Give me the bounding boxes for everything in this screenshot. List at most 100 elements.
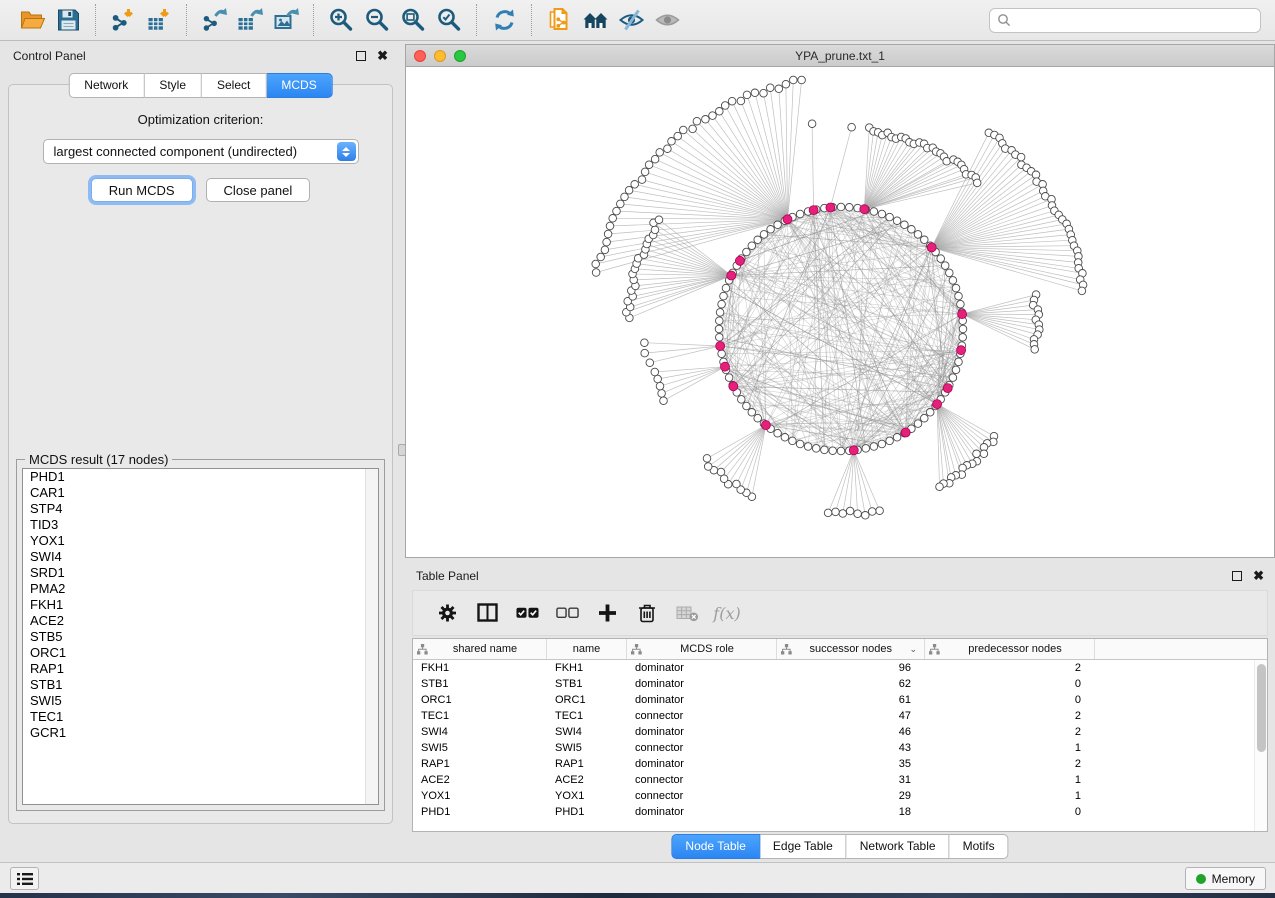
column-header-name[interactable]: name <box>547 639 627 659</box>
mcds-result-list[interactable]: PHD1CAR1STP4TID3YOX1SWI4SRD1PMA2FKH1ACE2… <box>22 468 379 805</box>
cell-predecessor-nodes: 1 <box>925 788 1095 804</box>
close-panel-button[interactable]: Close panel <box>206 178 311 202</box>
open-button[interactable] <box>14 3 50 37</box>
table-row[interactable]: STB1STB1dominator620 <box>413 676 1267 692</box>
table-row[interactable]: ORC1ORC1dominator610 <box>413 692 1267 708</box>
table-row[interactable]: PHD1PHD1dominator180 <box>413 804 1267 820</box>
tab-motifs[interactable]: Motifs <box>950 834 1009 859</box>
cell-successor-nodes: 61 <box>777 692 925 708</box>
table-row[interactable]: FKH1FKH1dominator962 <box>413 660 1267 676</box>
window-minimize-icon[interactable] <box>434 50 446 62</box>
table-row[interactable]: YOX1YOX1connector291 <box>413 788 1267 804</box>
network-dominator-nodes[interactable] <box>716 203 967 455</box>
tab-select[interactable]: Select <box>202 73 266 98</box>
mcds-result-item[interactable]: SWI4 <box>23 549 378 565</box>
mcds-result-item[interactable]: PHD1 <box>23 469 378 485</box>
control-panel-header: Control Panel ✖ <box>2 44 399 68</box>
optimization-criterion-value: largest connected component (undirected) <box>54 144 298 159</box>
mcds-result-item[interactable]: TEC1 <box>23 709 378 725</box>
export-network-button[interactable] <box>196 3 232 37</box>
network-window-titlebar[interactable]: YPA_prune.txt_1 <box>406 45 1274 67</box>
cell-name: SWI5 <box>547 740 627 756</box>
mcds-result-item[interactable]: ACE2 <box>23 613 378 629</box>
mcds-result-title: MCDS result (17 nodes) <box>25 452 172 467</box>
mcds-result-item[interactable]: PMA2 <box>23 581 378 597</box>
tab-edge-table[interactable]: Edge Table <box>760 834 847 859</box>
mcds-result-item[interactable]: SRD1 <box>23 565 378 581</box>
add-button[interactable] <box>587 595 627 631</box>
mcds-result-item[interactable]: STB5 <box>23 629 378 645</box>
tab-node-table[interactable]: Node Table <box>671 834 760 859</box>
memory-button[interactable]: Memory <box>1185 867 1266 890</box>
column-type-icon <box>781 644 792 655</box>
settings-button[interactable] <box>427 595 467 631</box>
close-table-panel-icon[interactable]: ✖ <box>1253 571 1264 581</box>
task-history-button[interactable] <box>10 867 39 890</box>
column-header-predecessor-nodes[interactable]: predecessor nodes <box>925 639 1095 659</box>
mcds-result-item[interactable]: STP4 <box>23 501 378 517</box>
save-button[interactable] <box>50 3 86 37</box>
mcds-result-item[interactable]: FKH1 <box>23 597 378 613</box>
import-table-icon <box>146 7 173 33</box>
eye-disabled-icon <box>654 7 681 33</box>
mcds-list-scrollbar[interactable] <box>365 469 378 804</box>
window-zoom-icon[interactable] <box>454 50 466 62</box>
hide-panels-button[interactable] <box>613 3 649 37</box>
optimization-criterion-select[interactable]: largest connected component (undirected) <box>43 139 359 164</box>
export-table-button[interactable] <box>232 3 268 37</box>
zoom-in-button[interactable] <box>323 3 359 37</box>
refresh-button[interactable] <box>486 3 522 37</box>
cell-name: SWI4 <box>547 724 627 740</box>
float-panel-icon[interactable] <box>356 51 366 61</box>
export-image-button[interactable] <box>268 3 304 37</box>
deselect-all-button[interactable] <box>547 595 587 631</box>
import-table-button[interactable] <box>141 3 177 37</box>
mcds-result-item[interactable]: SWI5 <box>23 693 378 709</box>
columns-button[interactable] <box>467 595 507 631</box>
table-row[interactable]: RAP1RAP1dominator352 <box>413 756 1267 772</box>
mcds-result-item[interactable]: ORC1 <box>23 645 378 661</box>
cell-predecessor-nodes: 0 <box>925 676 1095 692</box>
mcds-result-item[interactable]: RAP1 <box>23 661 378 677</box>
toolbar-separator <box>186 4 187 36</box>
table-scrollbar-thumb[interactable] <box>1257 664 1266 752</box>
mcds-result-item[interactable]: YOX1 <box>23 533 378 549</box>
zoom-selected-button[interactable] <box>431 3 467 37</box>
mcds-result-item[interactable]: TID3 <box>23 517 378 533</box>
table-row[interactable]: ACE2ACE2connector311 <box>413 772 1267 788</box>
cell-predecessor-nodes: 2 <box>925 756 1095 772</box>
import-network-button[interactable] <box>105 3 141 37</box>
zoom-fit-button[interactable] <box>395 3 431 37</box>
search-input[interactable] <box>1016 12 1253 28</box>
table-row[interactable]: SWI5SWI5connector431 <box>413 740 1267 756</box>
cell-successor-nodes: 46 <box>777 724 925 740</box>
table-scrollbar[interactable] <box>1254 660 1267 831</box>
table-row[interactable]: TEC1TEC1connector472 <box>413 708 1267 724</box>
column-type-icon <box>417 644 428 655</box>
column-header-successor-nodes[interactable]: successor nodes⌄ <box>777 639 925 659</box>
sort-desc-icon: ⌄ <box>909 644 917 655</box>
run-mcds-button[interactable]: Run MCDS <box>91 178 193 202</box>
tab-style[interactable]: Style <box>144 73 202 98</box>
close-panel-icon[interactable]: ✖ <box>377 51 388 61</box>
float-table-panel-icon[interactable] <box>1232 571 1242 581</box>
tab-mcds[interactable]: MCDS <box>266 73 332 98</box>
tab-network-table[interactable]: Network Table <box>847 834 950 859</box>
show-all-networks-icon <box>582 7 609 33</box>
share-document-button[interactable] <box>541 3 577 37</box>
delete-button[interactable] <box>627 595 667 631</box>
column-header-mcds-role[interactable]: MCDS role <box>627 639 777 659</box>
table-row[interactable]: SWI4SWI4dominator462 <box>413 724 1267 740</box>
network-graph[interactable] <box>406 67 1274 557</box>
mcds-result-item[interactable]: GCR1 <box>23 725 378 741</box>
column-header-shared-name[interactable]: shared name <box>413 639 547 659</box>
mcds-result-item[interactable]: STB1 <box>23 677 378 693</box>
panel-splitter[interactable] <box>400 44 404 857</box>
search-box[interactable] <box>989 8 1261 33</box>
mcds-result-item[interactable]: CAR1 <box>23 485 378 501</box>
zoom-out-button[interactable] <box>359 3 395 37</box>
show-all-networks-button[interactable] <box>577 3 613 37</box>
window-close-icon[interactable] <box>414 50 426 62</box>
select-all-button[interactable] <box>507 595 547 631</box>
tab-network[interactable]: Network <box>68 73 144 98</box>
